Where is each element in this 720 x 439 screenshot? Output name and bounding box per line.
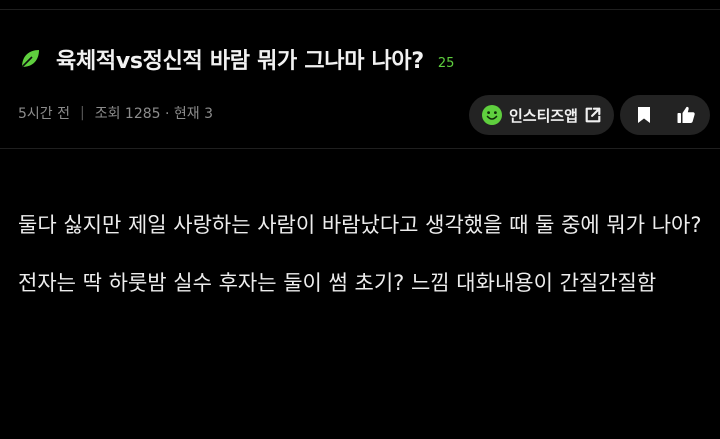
bookmark-icon[interactable] bbox=[634, 105, 654, 125]
post-time: 5시간 전 bbox=[18, 106, 70, 122]
leaf-icon bbox=[21, 50, 39, 68]
post-paragraph: 전자는 딱 하룻밤 실수 후자는 둘이 썸 초기? 느낌 대화내용이 간질간질함 bbox=[18, 271, 657, 295]
insti-app-button[interactable]: 인스티즈앱 bbox=[468, 95, 614, 135]
post-header: 육체적vs정신적 바람 뭐가 그나마 나아? 25 bbox=[18, 42, 454, 76]
post-title: 육체적vs정신적 바람 뭐가 그나마 나아? bbox=[56, 49, 424, 74]
external-link-icon bbox=[585, 107, 601, 123]
insti-app-label: 인스티즈앱 bbox=[508, 106, 578, 125]
bookmark-like-group bbox=[620, 95, 710, 135]
post-paragraph: 둘다 싫지만 제일 사랑하는 사람이 바람났다고 생각했을 때 둘 중에 뭐가 … bbox=[18, 213, 702, 237]
thumbs-up-icon[interactable] bbox=[676, 105, 696, 125]
header-divider bbox=[0, 148, 720, 149]
post-body: 둘다 싫지만 제일 사랑하는 사람이 바람났다고 생각했을 때 둘 중에 뭐가 … bbox=[18, 206, 718, 322]
comment-count[interactable]: 25 bbox=[438, 56, 455, 71]
post-views: 조회 1285 · 현재 3 bbox=[94, 106, 214, 122]
top-divider bbox=[0, 9, 720, 10]
smile-icon bbox=[481, 105, 502, 125]
post-actions: 인스티즈앱 bbox=[468, 95, 710, 135]
meta-separator: | bbox=[80, 105, 85, 121]
post-meta: 5시간 전 | 조회 1285 · 현재 3 bbox=[18, 102, 213, 124]
